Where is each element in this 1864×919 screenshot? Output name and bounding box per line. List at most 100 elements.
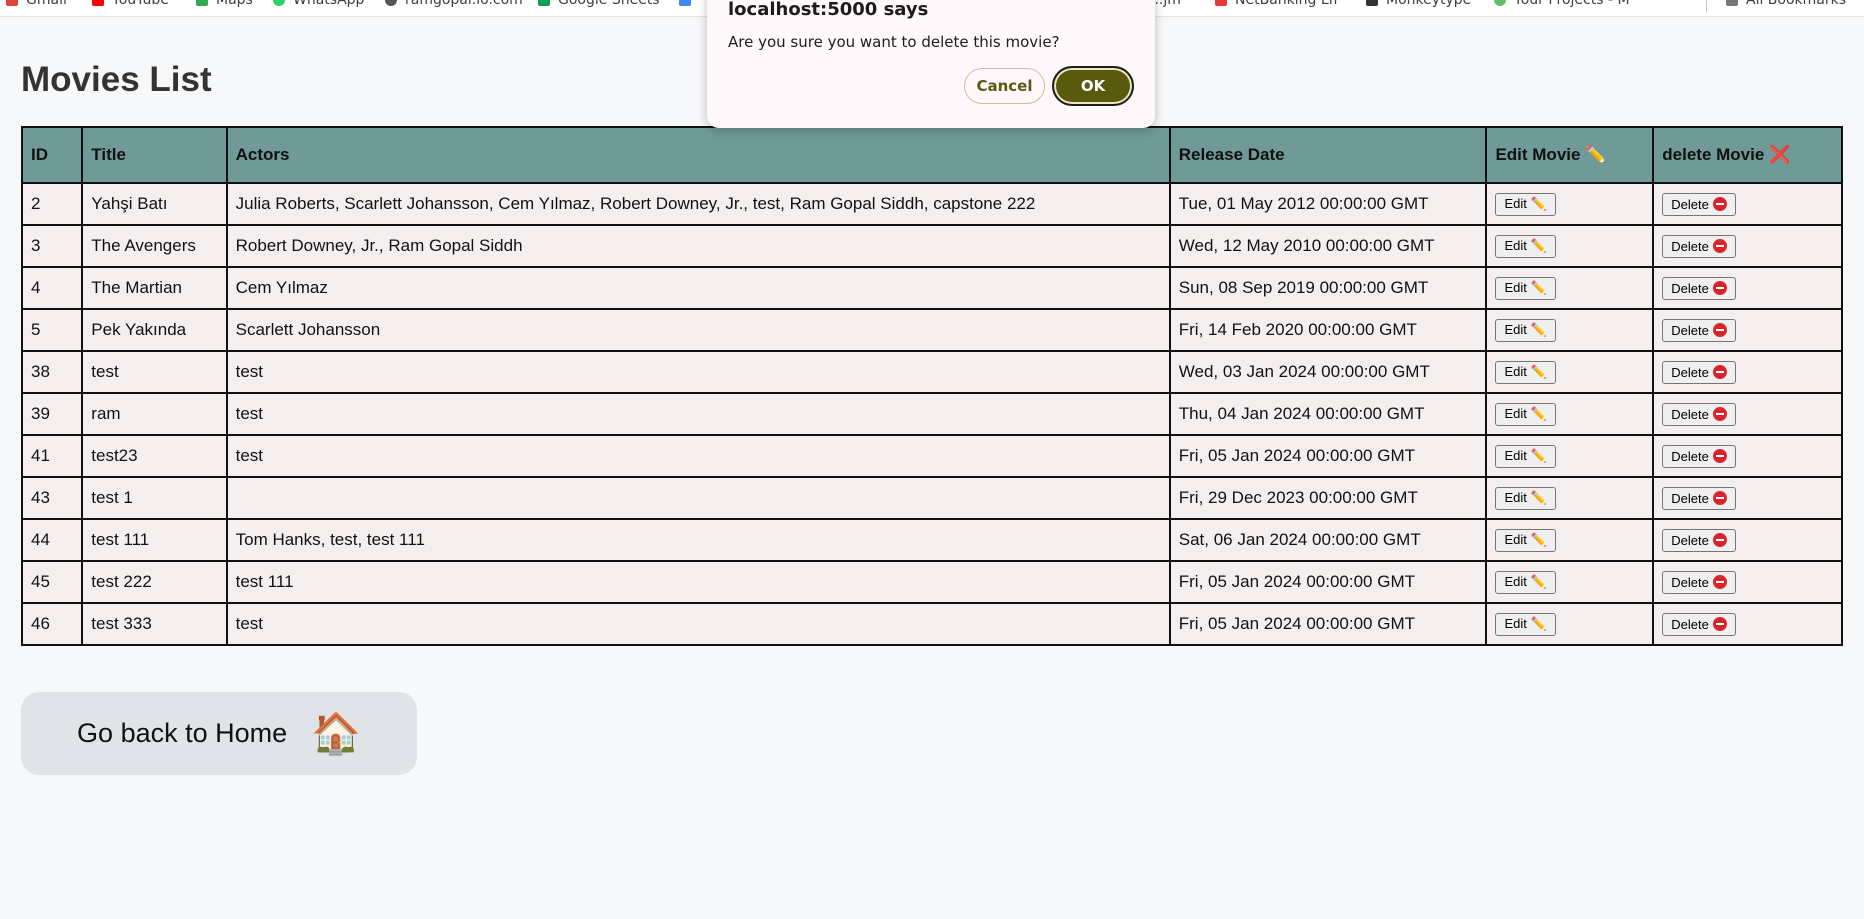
delete-movie-button[interactable]: Delete [1662, 234, 1736, 258]
cell-delete: Delete [1652, 308, 1843, 352]
cell-id: 38 [20, 350, 84, 394]
cell-id: 45 [20, 560, 84, 604]
cell-actors [225, 476, 1171, 520]
edit-movie-button[interactable]: Edit ✏️ [1495, 612, 1556, 636]
table-row: 39 ram test Thu, 04 Jan 2024 00:00:00 GMT Ed… [20, 392, 1843, 436]
cell-release-date: Sun, 08 Sep 2019 00:00:00 GMT [1168, 266, 1488, 310]
delete-movie-button[interactable]: Delete [1662, 444, 1736, 468]
edit-button-label: Edit ✏️ [1504, 574, 1547, 589]
delete-movie-button[interactable]: Delete [1662, 276, 1736, 300]
cell-title: test 222 [81, 560, 228, 604]
cell-title: test 1 [81, 476, 228, 520]
bookmark-monkeytype[interactable]: Monkeytype [1366, 0, 1471, 10]
cell-actors: test [225, 434, 1171, 478]
edit-movie-button[interactable]: Edit ✏️ [1495, 486, 1556, 510]
delete-button-label: Delete [1671, 364, 1709, 380]
delete-button-label: Delete [1671, 574, 1709, 590]
delete-button-label: Delete [1671, 406, 1709, 422]
cell-release-date: Wed, 12 May 2010 00:00:00 GMT [1168, 224, 1488, 268]
edit-movie-button[interactable]: Edit ✏️ [1495, 192, 1556, 216]
go-back-home-button[interactable]: Go back to Home 🏠 [21, 692, 417, 775]
netbanking-icon [1215, 0, 1227, 6]
cell-actors: test [225, 392, 1171, 436]
cell-id: 4 [20, 266, 84, 310]
cell-actors: Julia Roberts, Scarlett Johansson, Cem Y… [225, 182, 1171, 226]
bookmark-google-sheets[interactable]: Google Sheets [538, 0, 660, 10]
delete-movie-button[interactable]: Delete [1662, 192, 1736, 216]
ok-button[interactable]: OK [1052, 66, 1134, 106]
house-icon: 🏠 [311, 712, 361, 756]
delete-movie-button[interactable]: Delete [1662, 570, 1736, 594]
edit-movie-button[interactable]: Edit ✏️ [1495, 318, 1556, 342]
no-entry-icon [1712, 617, 1727, 631]
bookmark-label: Your Projects - M [1514, 0, 1630, 8]
edit-movie-button[interactable]: Edit ✏️ [1495, 234, 1556, 258]
no-entry-icon [1712, 323, 1727, 337]
edit-movie-button[interactable]: Edit ✏️ [1495, 570, 1556, 594]
delete-movie-button[interactable]: Delete [1662, 528, 1736, 552]
no-entry-icon [1712, 197, 1727, 211]
sheets-icon [538, 0, 550, 6]
bookmark-label: All Bookmarks [1746, 0, 1847, 8]
delete-movie-button[interactable]: Delete [1662, 360, 1736, 384]
edit-movie-button[interactable]: Edit ✏️ [1495, 276, 1556, 300]
bookmark-all-bookmarks[interactable]: All Bookmarks [1726, 0, 1846, 10]
cell-delete: Delete [1652, 350, 1843, 394]
youtube-icon [92, 0, 104, 6]
delete-movie-button[interactable]: Delete [1662, 486, 1736, 510]
table-row: 2 Yahşi Batı Julia Roberts, Scarlett Johan… [20, 182, 1843, 226]
folder-icon [1726, 0, 1738, 6]
delete-button-label: Delete [1671, 238, 1709, 254]
edit-movie-button[interactable]: Edit ✏️ [1495, 528, 1556, 552]
docs-icon [679, 0, 691, 6]
cell-delete: Delete [1652, 392, 1843, 436]
cell-title: test23 [81, 434, 228, 478]
edit-movie-button[interactable]: Edit ✏️ [1495, 360, 1556, 384]
cell-actors: Tom Hanks, test, test 111 [225, 518, 1171, 562]
bookmark-netbanking[interactable]: NetBanking Lfl [1215, 0, 1337, 10]
edit-button-label: Edit ✏️ [1504, 364, 1547, 379]
edit-button-label: Edit ✏️ [1504, 616, 1547, 631]
edit-movie-button[interactable]: Edit ✏️ [1495, 402, 1556, 426]
cell-edit: Edit ✏️ [1485, 518, 1655, 562]
cell-actors: test [225, 350, 1171, 394]
edit-button-label: Edit ✏️ [1504, 490, 1547, 505]
delete-movie-button[interactable]: Delete [1662, 402, 1736, 426]
cell-edit: Edit ✏️ [1485, 434, 1655, 478]
movies-table-body: 2 Yahşi Batı Julia Roberts, Scarlett Johan… [20, 182, 1843, 646]
bookmark-maps[interactable]: Maps [196, 0, 253, 10]
movies-table: ID Title Actors Release Date Edit Movie … [20, 126, 1843, 646]
no-entry-icon [1712, 449, 1727, 463]
cell-release-date: Wed, 03 Jan 2024 00:00:00 GMT [1168, 350, 1488, 394]
bookmark-docs[interactable] [679, 0, 699, 10]
cell-edit: Edit ✏️ [1485, 224, 1655, 268]
cell-edit: Edit ✏️ [1485, 350, 1655, 394]
table-row: 5 Pek Yakında Scarlett Johansson Fri, 14 Fe… [20, 308, 1843, 352]
bookmark-youtube[interactable]: YouTube [92, 0, 169, 10]
cell-delete: Delete [1652, 602, 1843, 646]
maps-icon [196, 0, 208, 6]
bookmarks-divider [1706, 0, 1707, 12]
table-row: 44 test 111 Tom Hanks, test, test 111 Sat, … [20, 518, 1843, 562]
cell-id: 39 [20, 392, 84, 436]
delete-movie-button[interactable]: Delete [1662, 318, 1736, 342]
no-entry-icon [1712, 239, 1727, 253]
header-id: ID [20, 126, 84, 184]
bookmark-your-projects[interactable]: Your Projects - M [1494, 0, 1630, 10]
cancel-button[interactable]: Cancel [964, 68, 1045, 104]
delete-movie-button[interactable]: Delete [1662, 612, 1736, 636]
cell-id: 5 [20, 308, 84, 352]
no-entry-icon [1712, 281, 1727, 295]
cell-edit: Edit ✏️ [1485, 308, 1655, 352]
bookmark-ramgopal[interactable]: ramgopal.io.com [385, 0, 523, 10]
bookmark-whatsapp[interactable]: WhatsApp [273, 0, 364, 10]
cell-release-date: Thu, 04 Jan 2024 00:00:00 GMT [1168, 392, 1488, 436]
edit-button-label: Edit ✏️ [1504, 448, 1547, 463]
no-entry-icon [1712, 575, 1727, 589]
home-button-label: Go back to Home [77, 718, 288, 748]
edit-movie-button[interactable]: Edit ✏️ [1495, 444, 1556, 468]
edit-button-label: Edit ✏️ [1504, 532, 1547, 547]
delete-button-label: Delete [1671, 280, 1709, 296]
bookmark-gmail[interactable]: Gmail [6, 0, 67, 10]
cell-edit: Edit ✏️ [1485, 182, 1655, 226]
